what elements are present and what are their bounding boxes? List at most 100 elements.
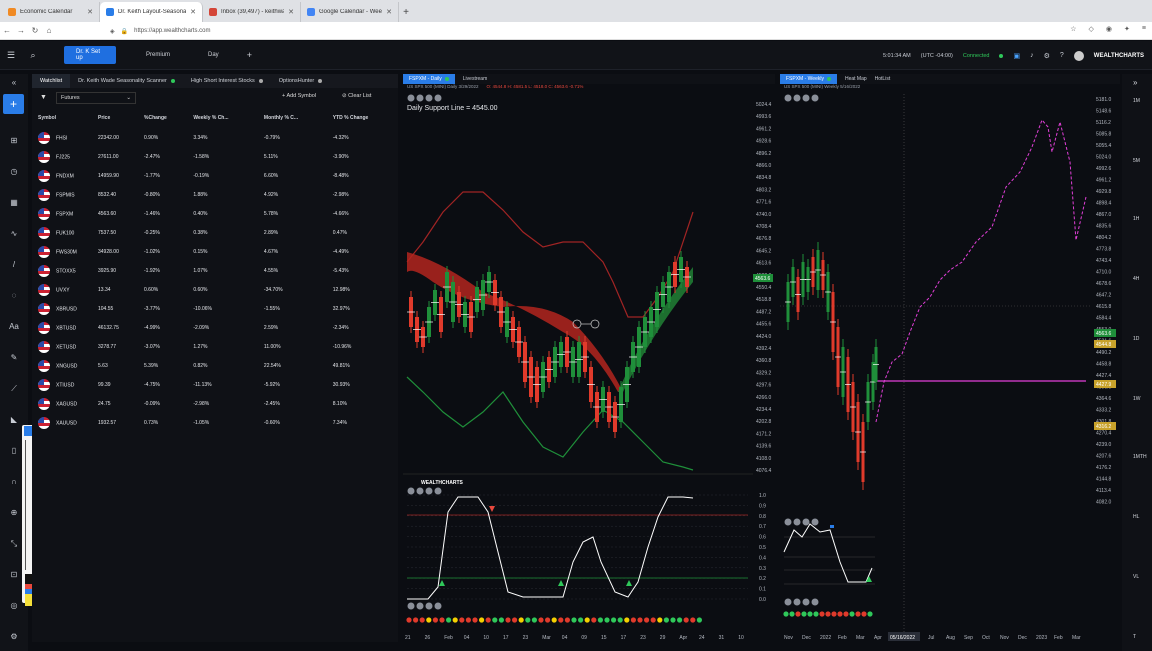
close-icon[interactable]: ✕: [288, 8, 294, 16]
table-row[interactable]: XAGUSD 24.75 -0.09% -2.98% -2.45% 8.10%: [32, 394, 398, 413]
timeframe-button[interactable]: HL: [1133, 514, 1139, 520]
browser-tab[interactable]: Dr. Keith Layout-Seasonal - We✕: [100, 2, 203, 22]
add-layout-button[interactable]: +: [235, 46, 264, 64]
zoom-icon[interactable]: ⊕: [7, 508, 21, 517]
column-header[interactable]: Weekly % Ch...: [187, 108, 258, 128]
close-icon[interactable]: ✕: [386, 8, 392, 16]
collapse-icon[interactable]: «: [7, 78, 21, 87]
table-row[interactable]: XETUSD 3278.77 -3.07% 1.27% 11.00% -10.96%: [32, 337, 398, 356]
table-row[interactable]: FWS30M 34928.00 -1.02% 0.15% 4.67% -4.49%: [32, 242, 398, 261]
hotlist-tab[interactable]: HotList: [875, 76, 891, 82]
close-icon[interactable]: ✕: [190, 8, 196, 16]
home-icon[interactable]: ⌂: [42, 26, 56, 35]
layout-tab-day[interactable]: Day: [196, 46, 231, 64]
bell-icon[interactable]: ♪: [1030, 52, 1034, 59]
brush-icon[interactable]: ✎: [7, 353, 21, 362]
new-tab-button[interactable]: +: [399, 2, 413, 22]
line-tool-icon[interactable]: /: [7, 260, 21, 269]
table-row[interactable]: XAUUSD 1932.57 0.73% -1.05% -0.60% 7.34%: [32, 413, 398, 432]
shapes-icon[interactable]: ◌: [7, 291, 21, 300]
add-symbol-button[interactable]: + Add Symbol: [282, 93, 316, 99]
table-row[interactable]: FUK100 7537.50 -0.25% 0.38% 2.89% 0.47%: [32, 223, 398, 242]
optionshunter-tab[interactable]: OptionsHunter: [271, 74, 330, 88]
settings-tool-icon[interactable]: ⚙: [7, 632, 21, 641]
table-row[interactable]: XTIUSD 99.39 -4.75% -11.13% -5.92% 30.93%: [32, 375, 398, 394]
table-row[interactable]: XNGUSD 5.63 5.39% 0.82% 22.54% 49.81%: [32, 356, 398, 375]
reload-icon[interactable]: ↻: [28, 26, 42, 35]
measure-icon[interactable]: ⤡: [7, 539, 21, 549]
trash-icon[interactable]: ▯: [7, 446, 21, 455]
trend-icon[interactable]: ∿: [7, 229, 21, 238]
table-row[interactable]: FJ225 27611.00 -2.47% -1.58% 5.11% -3.90%: [32, 147, 398, 166]
seasonality-tab[interactable]: Dr. Keith Wade Seasonality Scanner: [70, 74, 183, 88]
star-icon[interactable]: ☆: [1070, 25, 1076, 33]
lock-tool-icon[interactable]: ⊡: [7, 570, 21, 579]
table-row[interactable]: FNDXM 14959.90 -1.77% -0.19% 6.60% -8.48%: [32, 166, 398, 185]
expand-icon[interactable]: »: [1133, 78, 1137, 87]
browser-tab[interactable]: Inbox (39,497) - keithwade...✕: [203, 2, 301, 22]
browser-tab[interactable]: Google Calendar - Week of Ma ✕: [301, 2, 399, 22]
browser-tab[interactable]: Economic Calendar ✕: [2, 2, 100, 22]
account-icon[interactable]: ◉: [1106, 25, 1112, 33]
back-icon[interactable]: ←: [0, 26, 14, 35]
column-header[interactable]: Monthly % C...: [258, 108, 327, 128]
timeframe-button[interactable]: 5M: [1133, 158, 1140, 164]
calendar-icon[interactable]: ▦: [7, 198, 21, 207]
forward-icon[interactable]: →: [14, 26, 28, 35]
table-row[interactable]: FSPXM 4563.60 -1.46% 0.40% 5.78% -4.66%: [32, 204, 398, 223]
layout-tab-premium[interactable]: Premium: [134, 46, 182, 64]
url-field[interactable]: ◈ 🔒 https://app.wealthcharts.com: [110, 24, 990, 38]
filter-icon[interactable]: ▼: [40, 94, 47, 101]
timeframe-button[interactable]: 1H: [1133, 216, 1139, 222]
chart-icon[interactable]: ⊞: [7, 136, 21, 145]
column-header[interactable]: Price: [92, 108, 138, 128]
timeframe-button[interactable]: 1MTH: [1133, 454, 1147, 460]
timeframe-button[interactable]: VL: [1133, 574, 1139, 580]
table-row[interactable]: FSPMIS 8532.40 -0.80% 1.88% 4.92% -2.98%: [32, 185, 398, 204]
gear-icon[interactable]: ⚙: [1044, 52, 1050, 60]
text-tool-icon[interactable]: Aa: [7, 322, 21, 331]
clear-list-button[interactable]: ⊘ Clear List: [342, 93, 371, 99]
timezone[interactable]: (UTC -04:00): [921, 53, 953, 59]
table-row[interactable]: UVXY 13.34 0.60% 0.60% -34.70% 12.98%: [32, 280, 398, 299]
column-header[interactable]: %Change: [138, 108, 187, 128]
table-row[interactable]: FHSI 22342.00 0.90% 3.34% -0.79% -4.32%: [32, 128, 398, 147]
timeframe-button[interactable]: 4H: [1133, 276, 1139, 282]
eye-icon[interactable]: ◎: [7, 601, 21, 610]
chart-symbol-tab[interactable]: FSPXM - Weekly: [780, 74, 837, 84]
timeframe-button[interactable]: 1M: [1133, 98, 1140, 104]
list-select[interactable]: Futures ⌄: [56, 92, 136, 104]
layout-tab-dr-k[interactable]: Dr. K Set up: [64, 46, 116, 64]
pocket-icon[interactable]: ◇: [1089, 25, 1094, 33]
column-header[interactable]: Symbol: [32, 108, 92, 128]
timeframe-button[interactable]: 1W: [1133, 396, 1141, 402]
ruler-icon[interactable]: ⟋: [7, 384, 21, 394]
magnet-icon[interactable]: ∩: [7, 477, 21, 486]
table-row[interactable]: XBTUSD 46132.75 -4.99% -2.09% 2.59% -2.34%: [32, 318, 398, 337]
add-chart-button[interactable]: +: [3, 94, 24, 114]
timeframe-button[interactable]: 1D: [1133, 336, 1139, 342]
table-row[interactable]: STOXX5 3925.90 -1.92% 1.07% 4.55% -5.43%: [32, 261, 398, 280]
weekly-chart-canvas[interactable]: 5181.0 5148.6 5116.2 5085.8 5055.4 5024.0 4992…: [780, 92, 1120, 642]
livestream-tab[interactable]: Livestream: [463, 76, 487, 82]
hamburger-icon[interactable]: ☰: [0, 50, 22, 61]
extension-icon[interactable]: ✦: [1124, 25, 1130, 33]
table-row[interactable]: XBRUSD 104.55 -3.77% -10.06% -1.55% 32.97%: [32, 299, 398, 318]
clock-icon[interactable]: ◷: [7, 167, 21, 176]
timeframe-button[interactable]: T: [1133, 634, 1136, 640]
watchlist-tab[interactable]: Watchlist: [32, 74, 71, 88]
column-header[interactable]: YTD % Change: [327, 108, 398, 128]
save-icon[interactable]: ▣: [1013, 52, 1020, 60]
chart-symbol-tab[interactable]: FSPXM - Daily: [403, 74, 455, 84]
search-icon[interactable]: ⌕: [22, 50, 44, 61]
help-icon[interactable]: ?: [1060, 52, 1064, 59]
menu-icon[interactable]: ≡: [1142, 25, 1146, 33]
close-icon[interactable]: ✕: [87, 8, 93, 16]
date-tick-label: 2022: [820, 635, 831, 641]
heat-map-tab[interactable]: Heat Map: [845, 76, 867, 82]
value-cell: 3925.90: [98, 267, 117, 274]
daily-chart-canvas[interactable]: Daily Support Line = 4545.00 5024.4 4993.…: [403, 92, 775, 642]
marker-icon[interactable]: ◣: [7, 415, 21, 424]
avatar[interactable]: [1073, 50, 1084, 61]
short-interest-tab[interactable]: High Short Interest Stocks: [183, 74, 271, 88]
